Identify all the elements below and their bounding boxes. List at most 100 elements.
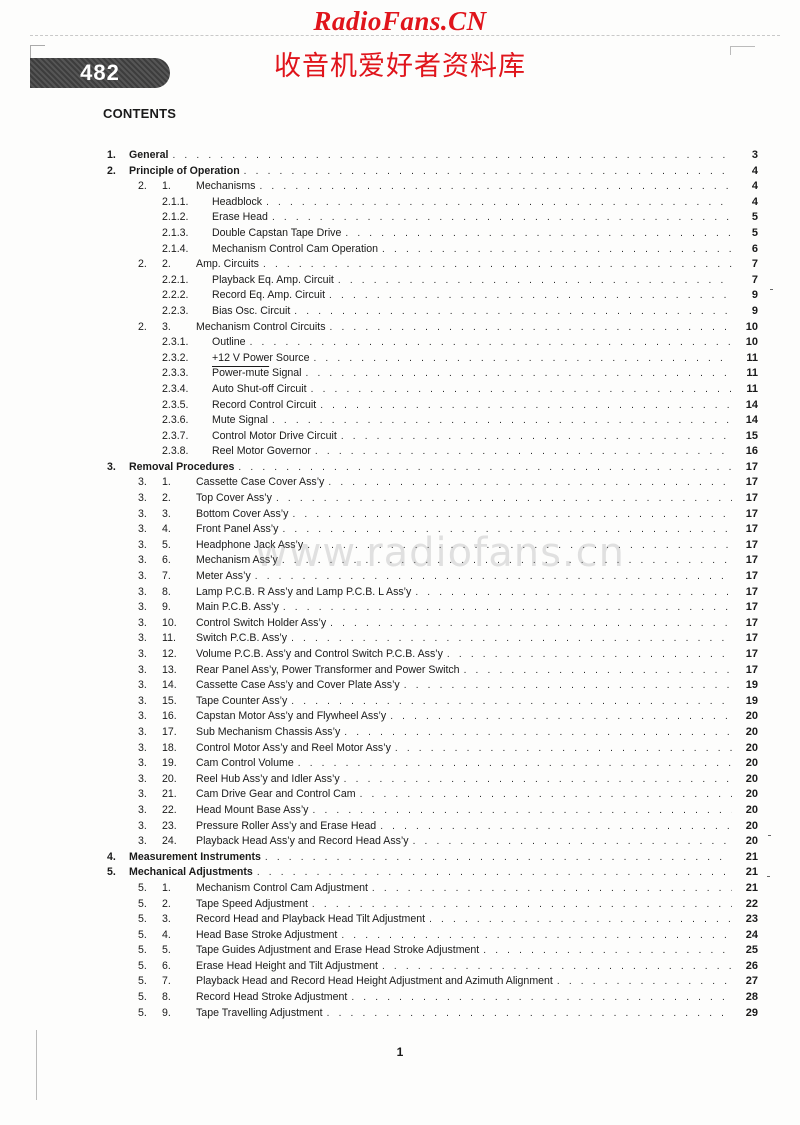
toc-section-number: 3.: [138, 741, 147, 754]
toc-title: Front Panel Ass’y: [196, 522, 283, 538]
dot-leader: . . . . . . . . . . . . . . . . . . . . …: [359, 789, 732, 801]
toc-section-number: 3.: [138, 772, 147, 785]
toc-subsection-number: 5.: [162, 538, 171, 551]
toc-title-rest: Signal: [269, 367, 302, 380]
toc-page-number: 17: [745, 632, 758, 645]
toc-subsection-number: 14.: [162, 679, 177, 692]
toc-subsection-number: 13.: [162, 663, 177, 676]
dot-leader: . . . . . . . . . . . . . . . . . . . . …: [556, 976, 732, 988]
toc-subsection-number: 1.: [162, 476, 171, 489]
toc-title: Cam Control Volume: [196, 756, 298, 772]
toc-title: Cassette Case Cover Ass’y: [196, 475, 329, 492]
toc-page-number: 27: [745, 975, 758, 988]
toc-subsection-number: 24.: [162, 835, 177, 848]
dot-leader: . . . . . . . . . . . . . . . . . . . . …: [345, 227, 732, 239]
toc-title: Switch P.C.B. Ass’y: [196, 631, 292, 647]
toc-title-line: +12 V Power Source . . . . . . . . . . .…: [212, 350, 732, 367]
toc-section-number: 2.1.4.: [162, 242, 189, 255]
toc-entry: 2.2.2. Record Eq. Amp. Circuit . . . . . …: [0, 288, 800, 304]
toc-section-number: 5.: [138, 913, 147, 926]
toc-entry: 3. 18. Control Motor Ass’y and Reel Motor …: [0, 740, 800, 757]
toc-entry: 4. Measurement Instruments . . . . . . . …: [0, 849, 800, 866]
toc-section-number: 5.: [138, 975, 147, 988]
toc-title-line: Bottom Cover Ass’y . . . . . . . . . . .…: [196, 506, 732, 523]
toc-title-line: Main P.C.B. Ass’y . . . . . . . . . . . …: [196, 600, 732, 616]
table-of-contents: 1. General . . . . . . . . . . . . . . . …: [0, 148, 800, 1022]
toc-section-number: 4.: [107, 850, 116, 863]
dot-leader: . . . . . . . . . . . . . . . . . . . . …: [310, 383, 732, 395]
toc-page-number: 15: [745, 429, 758, 442]
toc-entry: 3. 19. Cam Control Volume . . . . . . . . …: [0, 756, 800, 772]
dot-leader: . . . . . . . . . . . . . . . . . . . . …: [351, 992, 732, 1004]
toc-title: Sub Mechanism Chassis Ass’y: [196, 724, 345, 741]
toc-section-number: 3.: [138, 476, 147, 489]
toc-title: General: [129, 148, 173, 164]
toc-title: Control Motor Ass’y and Reel Motor Ass’y: [196, 740, 395, 757]
toc-section-number: 3.: [138, 819, 147, 832]
toc-entry: 5. 1. Mechanism Control Cam Adjustment . .…: [0, 880, 800, 897]
toc-title: Cassette Case Ass’y and Cover Plate Ass’…: [196, 678, 404, 694]
toc-title-line: Cam Drive Gear and Control Cam . . . . .…: [196, 787, 732, 803]
toc-section-number: 3.: [138, 694, 147, 707]
dot-leader: . . . . . . . . . . . . . . . . . . . . …: [446, 649, 732, 660]
toc-section-number: 3.: [138, 803, 147, 816]
toc-entry: 2. 1. Mechanisms . . . . . . . . . . . . .…: [0, 179, 800, 195]
toc-page-number: 26: [745, 959, 758, 972]
toc-entry: 1. General . . . . . . . . . . . . . . . …: [0, 148, 800, 164]
dot-leader: . . . . . . . . . . . . . . . . . . . . …: [271, 415, 732, 427]
toc-page-number: 17: [745, 523, 758, 536]
dot-leader: . . . . . . . . . . . . . . . . . . . . …: [381, 960, 732, 972]
toc-title: Control Motor Drive Circuit: [212, 428, 341, 445]
toc-entry: 2. 3. Mechanism Control Circuits . . . . .…: [0, 319, 800, 336]
toc-title: Mechanism Control Circuits: [196, 319, 330, 336]
toc-section-number: 5.: [138, 928, 147, 941]
toc-page-number: 19: [745, 694, 758, 707]
toc-title: Bottom Cover Ass’y: [196, 506, 293, 523]
toc-page-number: 17: [745, 585, 758, 598]
toc-entry: 3. 13. Rear Panel Ass’y, Power Transformer…: [0, 662, 800, 679]
toc-page-number: 20: [745, 772, 758, 785]
toc-entry: 5. 9. Tape Travelling Adjustment . . . . .…: [0, 1005, 800, 1022]
toc-section-number: 3.: [138, 648, 147, 660]
toc-entry: 3. 17. Sub Mechanism Chassis Ass’y . . . .…: [0, 724, 800, 741]
toc-entry: 3. 6. Mechanism Ass’y . . . . . . . . . . …: [0, 553, 800, 570]
toc-title: Tape Counter Ass’y: [196, 693, 292, 710]
toc-entry: 2.3.4. Auto Shut-off Circuit . . . . . . …: [0, 381, 800, 398]
dot-leader: . . . . . . . . . . . . . . . . . . . . …: [238, 461, 732, 473]
dot-leader: . . . . . . . . . . . . . . . . . . . . …: [483, 945, 732, 957]
toc-title-line: Tape Guides Adjustment and Erase Head St…: [196, 943, 732, 959]
toc-title: Main P.C.B. Ass’y: [196, 600, 283, 616]
dot-leader: . . . . . . . . . . . . . . . . . . . . …: [271, 212, 732, 224]
toc-title-line: Measurement Instruments . . . . . . . . …: [129, 849, 732, 866]
toc-section-number: 5.: [138, 881, 147, 894]
scan-speck: [770, 289, 773, 290]
toc-section-number: 2.1.3.: [162, 226, 189, 239]
toc-section-number: 2.1.2.: [162, 211, 189, 224]
toc-title-line: Cam Control Volume . . . . . . . . . . .…: [196, 756, 732, 772]
toc-entry: 3. 20. Reel Hub Ass’y and Idler Ass’y . . …: [0, 771, 800, 788]
toc-section-number: 5.: [138, 944, 147, 957]
toc-entry: 2.3.2. +12 V Power Source . . . . . . . .…: [0, 350, 800, 367]
toc-title: Record Head and Playback Head Tilt Adjus…: [196, 912, 430, 928]
toc-title: Mechanism Control Cam Adjustment: [196, 880, 372, 897]
toc-entry: 3. 22. Head Mount Base Ass’y . . . . . . .…: [0, 802, 800, 819]
dot-leader: . . . . . . . . . . . . . . . . . . . . …: [328, 477, 732, 489]
toc-title-line: Amp. Circuits . . . . . . . . . . . . . …: [196, 257, 732, 273]
toc-subsection-number: 1.: [162, 180, 171, 193]
toc-title: Reel Motor Governor: [212, 444, 315, 460]
toc-entry: 3. 24. Playback Head Ass’y and Record Head…: [0, 834, 800, 850]
toc-entry: 2.3.7. Control Motor Drive Circuit . . . …: [0, 428, 800, 445]
toc-title: Record Eq. Amp. Circuit: [212, 288, 330, 304]
toc-subsection-number: 8.: [162, 991, 171, 1004]
toc-title-line: Control Motor Drive Circuit . . . . . . …: [212, 428, 732, 445]
toc-section-number: 3.: [138, 616, 147, 629]
toc-entry: 3. 23. Pressure Roller Ass’y and Erase Hea…: [0, 818, 800, 835]
toc-section-number: 2.: [138, 320, 147, 333]
toc-entry: 2.1.3. Double Capstan Tape Drive . . . . …: [0, 225, 800, 242]
toc-entry: 5. 6. Erase Head Height and Tilt Adjustmen…: [0, 958, 800, 975]
toc-section-number: 2.2.2.: [162, 289, 189, 302]
toc-title-line: Cassette Case Ass’y and Cover Plate Ass’…: [196, 678, 732, 694]
toc-subsection-number: 18.: [162, 741, 177, 754]
toc-title: Playback Head and Record Head Height Adj…: [196, 974, 557, 991]
toc-title-line: Meter Ass’y . . . . . . . . . . . . . . …: [196, 569, 732, 585]
